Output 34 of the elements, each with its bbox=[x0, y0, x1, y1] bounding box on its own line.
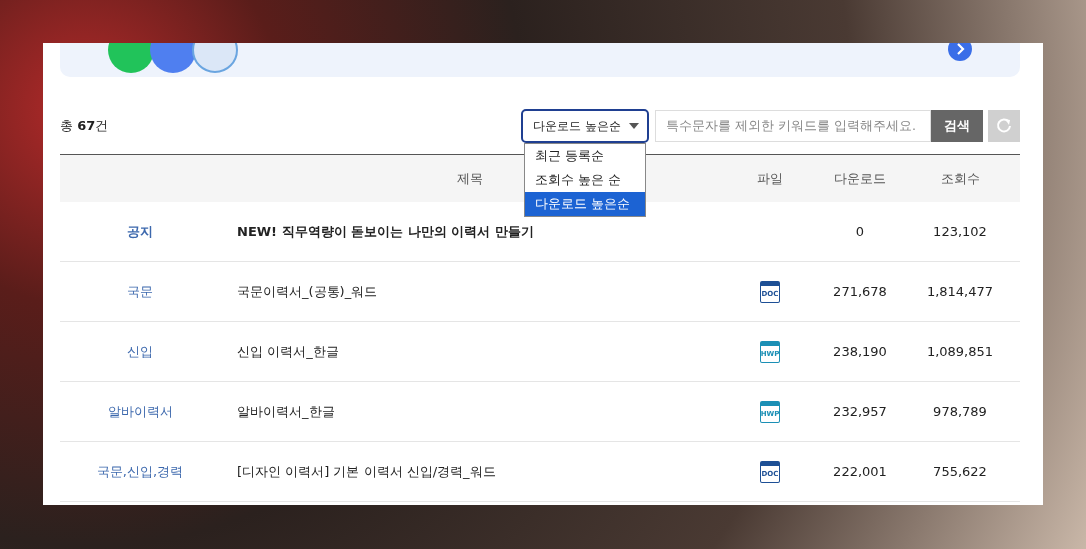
table-cell: 1,814,477 bbox=[926, 283, 994, 299]
refresh-icon bbox=[995, 116, 1013, 135]
dropdown-option[interactable]: 조회수 높은 순 bbox=[525, 167, 645, 192]
table-cell: 0 bbox=[855, 223, 865, 239]
arrow-icon bbox=[948, 43, 972, 61]
dropdown-option[interactable]: 다운로드 높은순 bbox=[525, 191, 645, 216]
title-link[interactable]: 신입 이력서_한글 bbox=[237, 343, 339, 359]
table-cell: 978,789 bbox=[933, 403, 987, 419]
table-cell: 123,102 bbox=[933, 223, 987, 239]
category-label: 알바이력서 bbox=[107, 403, 173, 419]
table-cell: 1,089,851 bbox=[926, 343, 994, 359]
table-cell: 232,957 bbox=[833, 403, 887, 419]
category-label: 공지 bbox=[127, 223, 153, 239]
total-count: 총 67건 bbox=[60, 116, 109, 135]
table-cell: 755,622 bbox=[933, 463, 987, 479]
title-link[interactable]: 알바이력서_한글 bbox=[237, 403, 335, 419]
table-cell: 271,678 bbox=[833, 283, 887, 299]
search-field[interactable]: 특수문자를 제외한 키워드를 입력해주세요. bbox=[655, 109, 931, 142]
search-button[interactable]: 검색 bbox=[931, 109, 983, 142]
title-link[interactable]: 국문이력서_(공통)_워드 bbox=[237, 283, 378, 299]
title-link[interactable]: [디자인 이력서] 기본 이력서 신입/경력_워드 bbox=[237, 463, 496, 479]
caret-icon bbox=[629, 122, 639, 129]
category-label: 신입 bbox=[127, 343, 153, 359]
column-header: 파일 bbox=[757, 169, 783, 188]
table-cell: 238,190 bbox=[833, 343, 887, 359]
column-header: 다운로드 bbox=[834, 170, 886, 186]
column-header: 제목 bbox=[457, 170, 483, 186]
table-cell: 222,001 bbox=[833, 463, 887, 479]
title-link[interactable]: NEW! 직무역량이 돋보이는 나만의 이력서 만들기 bbox=[237, 223, 534, 239]
reset-button[interactable] bbox=[988, 109, 1020, 142]
dropdown-option[interactable]: 최근 등록순 bbox=[525, 143, 645, 168]
category-label: 국문 bbox=[127, 283, 153, 299]
category-label: 국문,신입,경력 bbox=[96, 463, 184, 479]
column-header: 조회수 bbox=[940, 170, 980, 186]
